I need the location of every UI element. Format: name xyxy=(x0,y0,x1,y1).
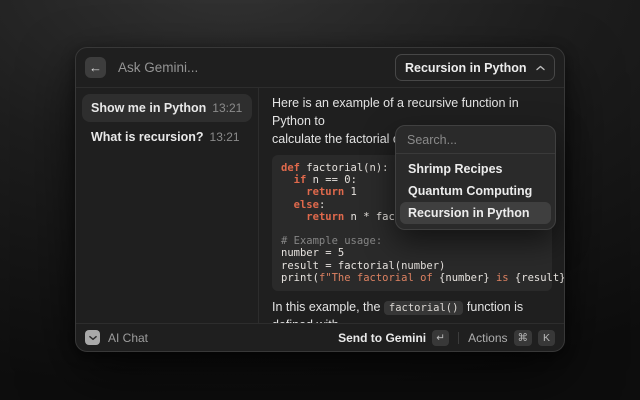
code-line: print(f"The factorial of {number} is {re… xyxy=(281,272,543,284)
chat-model-select[interactable]: Recursion in Python xyxy=(395,54,555,81)
inline-code-chip: factorial() xyxy=(384,301,464,315)
dropdown-option-shrimp-recipes[interactable]: Shrimp Recipes xyxy=(400,158,551,180)
chevron-up-icon xyxy=(536,65,545,71)
window-body: Show me in Python 13:21 What is recursio… xyxy=(76,88,564,323)
explanation-text: In this example, the xyxy=(272,300,384,314)
command-key-icon: ⌘ xyxy=(514,330,533,346)
back-button[interactable]: ← xyxy=(85,57,106,78)
model-select-value: Recursion in Python xyxy=(405,61,527,75)
prompt-placeholder[interactable]: Ask Gemini... xyxy=(118,60,198,75)
chat-item-label: What is recursion? xyxy=(91,130,204,144)
code-line: number = 5 xyxy=(281,247,543,259)
explanation-line: In this example, the factorial() functio… xyxy=(272,299,552,323)
k-key-icon: K xyxy=(538,330,555,346)
response-explanation: In this example, the factorial() functio… xyxy=(272,299,552,323)
window-footer: AI Chat Send to Gemini ↵ Actions ⌘ K xyxy=(76,323,564,351)
dropdown-divider xyxy=(396,153,555,154)
code-line: result = factorial(number) xyxy=(281,260,543,272)
arrow-left-icon: ← xyxy=(89,61,102,74)
dropdown-option-quantum-computing[interactable]: Quantum Computing xyxy=(400,180,551,202)
chat-history-sidebar: Show me in Python 13:21 What is recursio… xyxy=(76,88,259,323)
chat-item-time: 13:21 xyxy=(212,101,242,115)
footer-separator xyxy=(458,332,459,344)
return-key-icon: ↵ xyxy=(432,330,449,346)
footer-actions: Send to Gemini ↵ Actions ⌘ K xyxy=(338,330,555,346)
code-line: # Example usage: xyxy=(281,235,543,247)
chat-item-time: 13:21 xyxy=(210,130,240,144)
ask-gemini-window: ← Ask Gemini... Recursion in Python Show… xyxy=(75,47,565,352)
app-label: AI Chat xyxy=(108,331,148,345)
chat-history-item[interactable]: Show me in Python 13:21 xyxy=(82,94,252,122)
window-header: ← Ask Gemini... Recursion in Python xyxy=(76,48,564,88)
send-to-gemini-button[interactable]: Send to Gemini xyxy=(338,331,426,345)
dropdown-option-recursion-in-python[interactable]: Recursion in Python xyxy=(400,202,551,224)
chat-select-dropdown: Shrimp Recipes Quantum Computing Recursi… xyxy=(395,125,556,230)
desktop-background: { "header": { "title": "Ask Gemini...", … xyxy=(0,0,640,400)
dropdown-search-input[interactable] xyxy=(396,126,555,153)
ai-chat-app-icon xyxy=(85,330,100,345)
chat-history-item[interactable]: What is recursion? 13:21 xyxy=(82,123,252,151)
chat-item-label: Show me in Python xyxy=(91,101,206,115)
actions-menu-button[interactable]: Actions xyxy=(468,331,507,345)
